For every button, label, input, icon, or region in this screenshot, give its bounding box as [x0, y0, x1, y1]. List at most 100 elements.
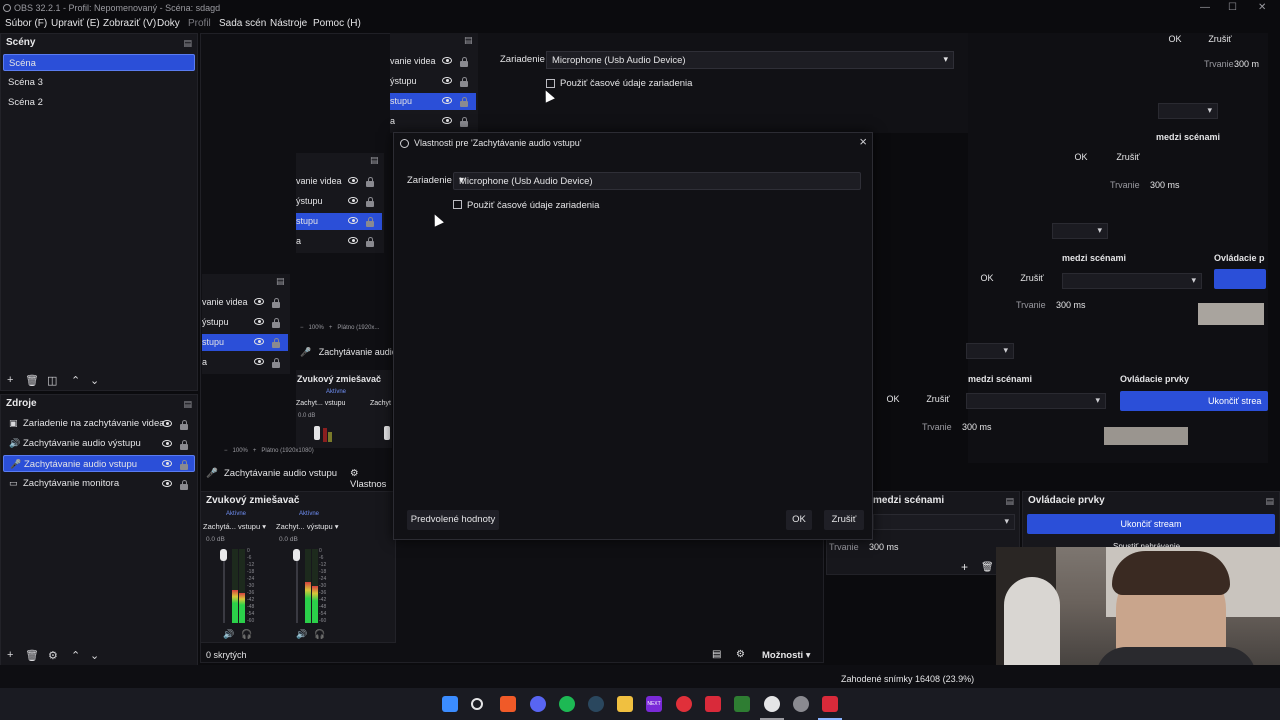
dialog-title: Vlastnosti pre 'Zachytávanie audio vstup… — [414, 138, 582, 148]
ghost-label: vanie videa — [296, 176, 342, 186]
lock-icon — [272, 358, 280, 368]
visibility-eye-icon — [348, 217, 358, 224]
device-select[interactable]: Microphone (Usb Audio Device) ▾ — [453, 172, 861, 190]
menu-help[interactable]: Pomoc (H) — [313, 18, 361, 29]
menu-profile[interactable]: Profil — [188, 18, 211, 29]
obs-logo-icon — [3, 4, 11, 12]
scene-item[interactable]: Scéna 2 — [3, 94, 195, 111]
windows-icon[interactable] — [442, 696, 458, 712]
ghost-label: ýstupu — [202, 317, 229, 327]
menu-docks[interactable]: Doky — [157, 18, 180, 29]
menu-scene-collection[interactable]: Sada scén — [219, 18, 266, 29]
steam-icon[interactable] — [588, 696, 604, 712]
minimize-button[interactable]: — — [1200, 0, 1210, 16]
add-icon[interactable]: + — [7, 374, 13, 386]
brave-icon[interactable] — [500, 696, 516, 712]
lock-icon[interactable] — [180, 440, 188, 450]
scene-item[interactable]: Scéna — [3, 54, 195, 71]
ghost-label: vanie videa — [202, 297, 248, 307]
app-red-icon[interactable] — [676, 696, 692, 712]
stop-stream-button[interactable]: Ukončiť stream — [1027, 514, 1275, 534]
menu-file[interactable]: Súbor (F) — [5, 18, 47, 29]
menu-edit[interactable]: Upraviť (E) — [51, 18, 100, 29]
scene-item[interactable]: Scéna 3 — [3, 74, 195, 91]
folder-icon[interactable] — [617, 696, 633, 712]
ghost-label: ýstupu — [390, 76, 417, 86]
options-button[interactable]: Možnosti ▾ — [762, 650, 811, 661]
trash-icon[interactable]: 🗑 — [981, 562, 994, 573]
use-device-timestamps-checkbox[interactable] — [453, 200, 462, 209]
add-icon[interactable]: + — [961, 560, 968, 574]
defaults-button[interactable]: Predvolené hodnoty — [407, 510, 499, 530]
layout-icon[interactable]: ▤ — [712, 649, 721, 660]
app-green-icon[interactable] — [734, 696, 750, 712]
dock-menu-icon[interactable]: ▤ — [183, 395, 192, 413]
ghost-transitions-title: medzi scénami — [1156, 132, 1221, 142]
scale-tick: -60 — [247, 618, 255, 624]
gear-icon[interactable]: ⚙ — [48, 649, 58, 662]
scale-tick: -6 — [247, 555, 252, 561]
channel-name[interactable]: Zachyt... výstupu ▾ — [276, 522, 339, 531]
move-up-icon[interactable]: ⌃ — [71, 649, 80, 662]
properties-button[interactable]: ⚙ Vlastnos — [350, 468, 396, 490]
scale-tick: -48 — [319, 604, 327, 610]
visibility-eye-icon — [254, 318, 264, 325]
dock-menu-icon[interactable]: ▤ — [1005, 492, 1014, 510]
app-active-icon[interactable] — [822, 696, 838, 712]
ghost-mixer-db: 0.0 dB — [298, 413, 316, 419]
ghost-transitions-title: medzi scénami — [968, 374, 1033, 384]
speaker-icon[interactable]: 🔊 — [296, 629, 307, 640]
move-up-icon[interactable]: ⌃ — [71, 374, 80, 387]
move-down-icon[interactable]: ⌄ — [90, 374, 99, 387]
volume-slider-handle[interactable] — [220, 549, 227, 561]
transition-select[interactable] — [873, 514, 1015, 530]
ghost-ok: OK — [980, 273, 994, 283]
dock-menu-icon[interactable]: ▤ — [1265, 492, 1274, 510]
volume-slider-handle[interactable] — [293, 549, 300, 561]
ghost-controls-title: Ovládacie prvky — [1120, 374, 1190, 384]
maximize-button[interactable]: ☐ — [1228, 0, 1237, 16]
next-icon[interactable]: NEXT — [646, 696, 662, 712]
dock-menu-icon[interactable]: ▤ — [183, 34, 192, 52]
spotify-icon[interactable] — [559, 696, 575, 712]
ghost-stream-button: Ukončiť strea — [1120, 391, 1268, 411]
lock-icon — [366, 197, 374, 207]
headphones-icon[interactable]: 🎧 — [241, 629, 252, 640]
ok-button[interactable]: OK — [786, 510, 812, 530]
trash-icon[interactable]: 🗑 — [25, 374, 39, 387]
visibility-eye-icon[interactable] — [162, 420, 172, 427]
ghost-sources-b: ▤ vanie videa ýstupu stupu a − 100% + Pl… — [296, 153, 384, 331]
visibility-eye-icon[interactable] — [162, 460, 172, 467]
controls-title: Ovládacie prvky — [1028, 495, 1105, 506]
visibility-eye-icon[interactable] — [162, 480, 172, 487]
duration-value[interactable]: 300 ms — [869, 542, 899, 552]
move-down-icon[interactable]: ⌄ — [90, 649, 99, 662]
sources-title: Zdroje — [6, 398, 37, 409]
filter-icon[interactable]: ◫ — [47, 374, 57, 387]
add-icon[interactable]: + — [7, 649, 13, 661]
microphone-icon: 🎤 — [10, 459, 22, 469]
discord-icon[interactable] — [530, 696, 546, 712]
lock-icon[interactable] — [180, 480, 188, 490]
obs-icon[interactable] — [764, 696, 780, 712]
settings-icon[interactable] — [793, 696, 809, 712]
lock-icon — [272, 318, 280, 328]
headphones-icon[interactable]: 🎧 — [314, 629, 325, 640]
search-icon[interactable] — [471, 698, 483, 710]
channel-name[interactable]: Zachytá... vstupu ▾ — [203, 522, 266, 531]
trash-icon[interactable]: 🗑 — [25, 649, 39, 662]
cancel-button[interactable]: Zrušiť — [824, 510, 864, 530]
speaker-icon[interactable]: 🔊 — [223, 629, 234, 640]
close-icon[interactable]: × — [859, 134, 867, 149]
settings-icon[interactable]: ⚙ — [736, 649, 745, 660]
visibility-eye-icon — [254, 358, 264, 365]
lock-icon[interactable] — [180, 420, 188, 430]
close-button[interactable]: ✕ — [1258, 0, 1266, 16]
lock-icon[interactable] — [180, 460, 188, 470]
menu-view[interactable]: Zobraziť (V) — [103, 18, 156, 29]
app-red2-icon[interactable] — [705, 696, 721, 712]
menu-tools[interactable]: Nástroje — [270, 18, 307, 29]
ghost-mixer-ch: Zachyt... vstupu — [296, 400, 346, 407]
visibility-eye-icon[interactable] — [162, 440, 172, 447]
scale-tick: -42 — [247, 597, 255, 603]
